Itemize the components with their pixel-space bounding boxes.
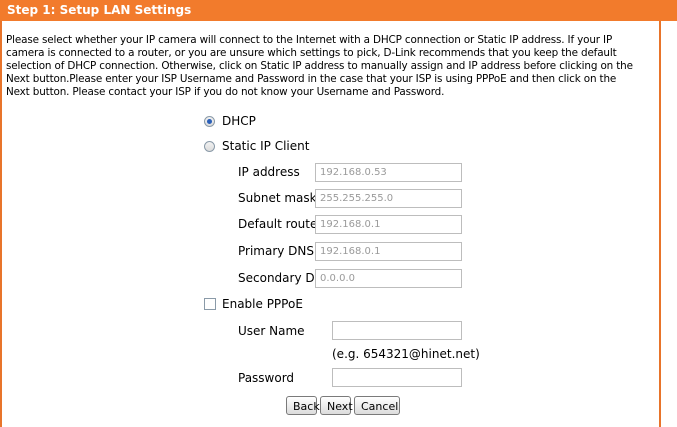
ip-address-label: IP address — [238, 165, 300, 179]
subnet-mask-input[interactable]: 255.255.255.0 — [315, 189, 462, 208]
ip-address-input[interactable]: 192.168.0.53 — [315, 163, 462, 182]
username-input[interactable] — [332, 321, 462, 340]
username-label: User Name — [238, 324, 305, 338]
enable-pppoe-label: Enable PPPoE — [222, 297, 303, 311]
password-label: Password — [238, 371, 295, 385]
cancel-button[interactable]: Cancel — [354, 396, 400, 415]
static-ip-label: Static IP Client — [222, 139, 310, 153]
intro-line: Next button. Please contact your ISP if … — [6, 86, 445, 98]
enable-pppoe-checkbox[interactable] — [204, 298, 216, 310]
password-input[interactable] — [332, 368, 462, 387]
intro-line: Next button.Please enter your ISP Userna… — [6, 73, 617, 85]
step-header: Step 1: Setup LAN Settings — [0, 0, 677, 21]
intro-text: Please select whether your IP camera wil… — [6, 34, 658, 99]
primary-dns-label: Primary DNS — [238, 244, 315, 258]
back-button[interactable]: Back — [286, 396, 320, 415]
username-hint: (e.g. 654321@hinet.net) — [332, 347, 480, 361]
next-button[interactable]: Next — [320, 396, 353, 415]
subnet-mask-label: Subnet mask — [238, 191, 317, 205]
secondary-dns-input[interactable]: 0.0.0.0 — [315, 269, 462, 288]
primary-dns-input[interactable]: 192.168.0.1 — [315, 242, 462, 261]
intro-line: Please select whether your IP camera wil… — [6, 34, 613, 46]
intro-line: camera is connected to a router, or you … — [6, 47, 617, 59]
dhcp-label: DHCP — [222, 114, 256, 128]
default-router-input[interactable]: 192.168.0.1 — [315, 215, 462, 234]
static-ip-radio[interactable] — [204, 141, 215, 152]
intro-line: selection of DHCP connection. Otherwise,… — [6, 60, 633, 72]
default-router-label: Default router — [238, 217, 323, 231]
dhcp-radio[interactable] — [204, 116, 215, 127]
